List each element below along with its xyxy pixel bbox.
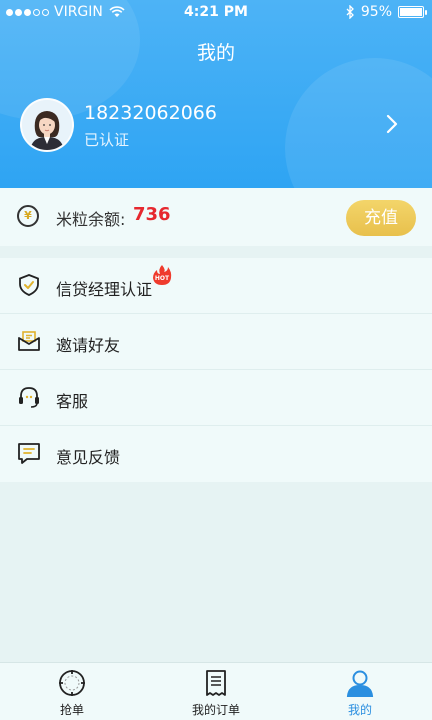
battery-percent: 95%: [360, 4, 392, 20]
feedback-icon: [18, 443, 40, 464]
menu-item-invite-friends[interactable]: 邀请好友: [0, 314, 432, 370]
balance-label: 米粒余额:: [56, 210, 126, 229]
balance-value: 736: [133, 204, 171, 225]
battery-icon: [398, 6, 427, 18]
verification-status: 已认证: [84, 131, 130, 149]
avatar[interactable]: [20, 98, 74, 152]
user-phone: 18232062066: [84, 102, 217, 124]
menu-item-label: 客服: [56, 392, 89, 411]
coin-icon: ¥: [17, 205, 39, 227]
status-bar: VIRGIN 4:21 PM 95%: [0, 0, 432, 24]
avatar-woman-icon: [22, 100, 72, 150]
tab-label: 我的: [347, 703, 372, 717]
tab-grab-order[interactable]: 抢单: [0, 663, 144, 720]
shield-check-icon: [19, 274, 39, 296]
bottom-tab-bar: 抢单 我的订单 我的: [0, 662, 432, 720]
hot-badge-icon: HOT: [153, 265, 172, 285]
headset-icon: [19, 387, 39, 408]
profile-header: VIRGIN 4:21 PM 95% 我的 18232062066 已认证: [0, 0, 432, 188]
svg-text:HOT: HOT: [155, 275, 170, 282]
envelope-icon: [18, 331, 40, 351]
menu-item-label: 意见反馈: [56, 448, 121, 467]
settings-menu: 信贷经理认证 HOT 邀请好友 客服 意见反馈: [0, 258, 432, 482]
grab-order-icon: [59, 670, 85, 696]
tab-me[interactable]: 我的: [288, 663, 432, 720]
tab-label: 抢单: [59, 703, 84, 717]
menu-item-feedback[interactable]: 意见反馈: [0, 426, 432, 482]
menu-item-label: 邀请好友: [56, 336, 121, 355]
tab-my-orders[interactable]: 我的订单: [144, 663, 288, 720]
user-icon: [346, 670, 374, 697]
menu-item-customer-service[interactable]: 客服: [0, 370, 432, 426]
menu-item-label: 信贷经理认证: [56, 280, 153, 299]
recharge-button[interactable]: 充值: [346, 200, 416, 236]
bluetooth-icon: [346, 5, 354, 19]
page-title: 我的: [196, 42, 235, 64]
tab-label: 我的订单: [191, 703, 240, 717]
chevron-right-icon[interactable]: [386, 114, 398, 134]
menu-item-loan-manager-verification[interactable]: 信贷经理认证 HOT: [0, 258, 432, 314]
order-list-icon: [206, 670, 226, 696]
profile-row[interactable]: 18232062066 已认证: [0, 96, 432, 158]
